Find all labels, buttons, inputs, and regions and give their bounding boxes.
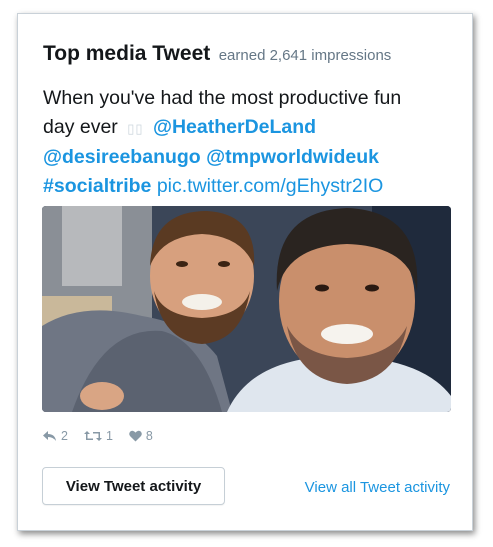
reply-icon	[43, 431, 56, 441]
selfie-photo-illustration	[42, 206, 451, 412]
card-header: Top media Tweet earned 2,641 impressions	[43, 42, 391, 66]
mention-link-tmpworldwideuk[interactable]: @tmpworldwideuk	[206, 146, 379, 168]
tweet-actions: 2 1 8	[43, 429, 153, 443]
like-action[interactable]: 8	[129, 429, 153, 443]
reply-action[interactable]: 2	[43, 429, 68, 443]
tweet-text-day: day ever	[43, 116, 118, 138]
heart-icon	[129, 430, 142, 442]
hashtag-link-socialtribe[interactable]: #socialtribe	[43, 175, 151, 197]
retweet-count: 1	[105, 429, 113, 443]
tweet-text: When you've had the most productive fun …	[43, 84, 443, 201]
view-all-tweet-activity-link[interactable]: View all Tweet activity	[305, 479, 450, 496]
tweet-photo[interactable]	[42, 206, 451, 412]
view-tweet-activity-button[interactable]: View Tweet activity	[42, 467, 225, 505]
card-title: Top media Tweet	[43, 42, 211, 65]
emoji-placeholder: ▯▯	[127, 121, 144, 136]
top-media-tweet-card: Top media Tweet earned 2,641 impressions…	[17, 13, 473, 531]
mention-link-heatherdeland[interactable]: @HeatherDeLand	[153, 116, 316, 138]
tweet-text-line-1: When you've had the most productive fun	[43, 87, 402, 109]
impressions-label: earned 2,641 impressions	[218, 47, 392, 64]
pic-link[interactable]: pic.twitter.com/gEhystr2IO	[157, 175, 384, 197]
retweet-action[interactable]: 1	[83, 429, 113, 443]
mention-link-desireebanugo[interactable]: @desireebanugo	[43, 146, 201, 168]
like-count: 8	[145, 429, 153, 443]
retweet-icon	[83, 431, 102, 441]
reply-count: 2	[61, 429, 68, 443]
